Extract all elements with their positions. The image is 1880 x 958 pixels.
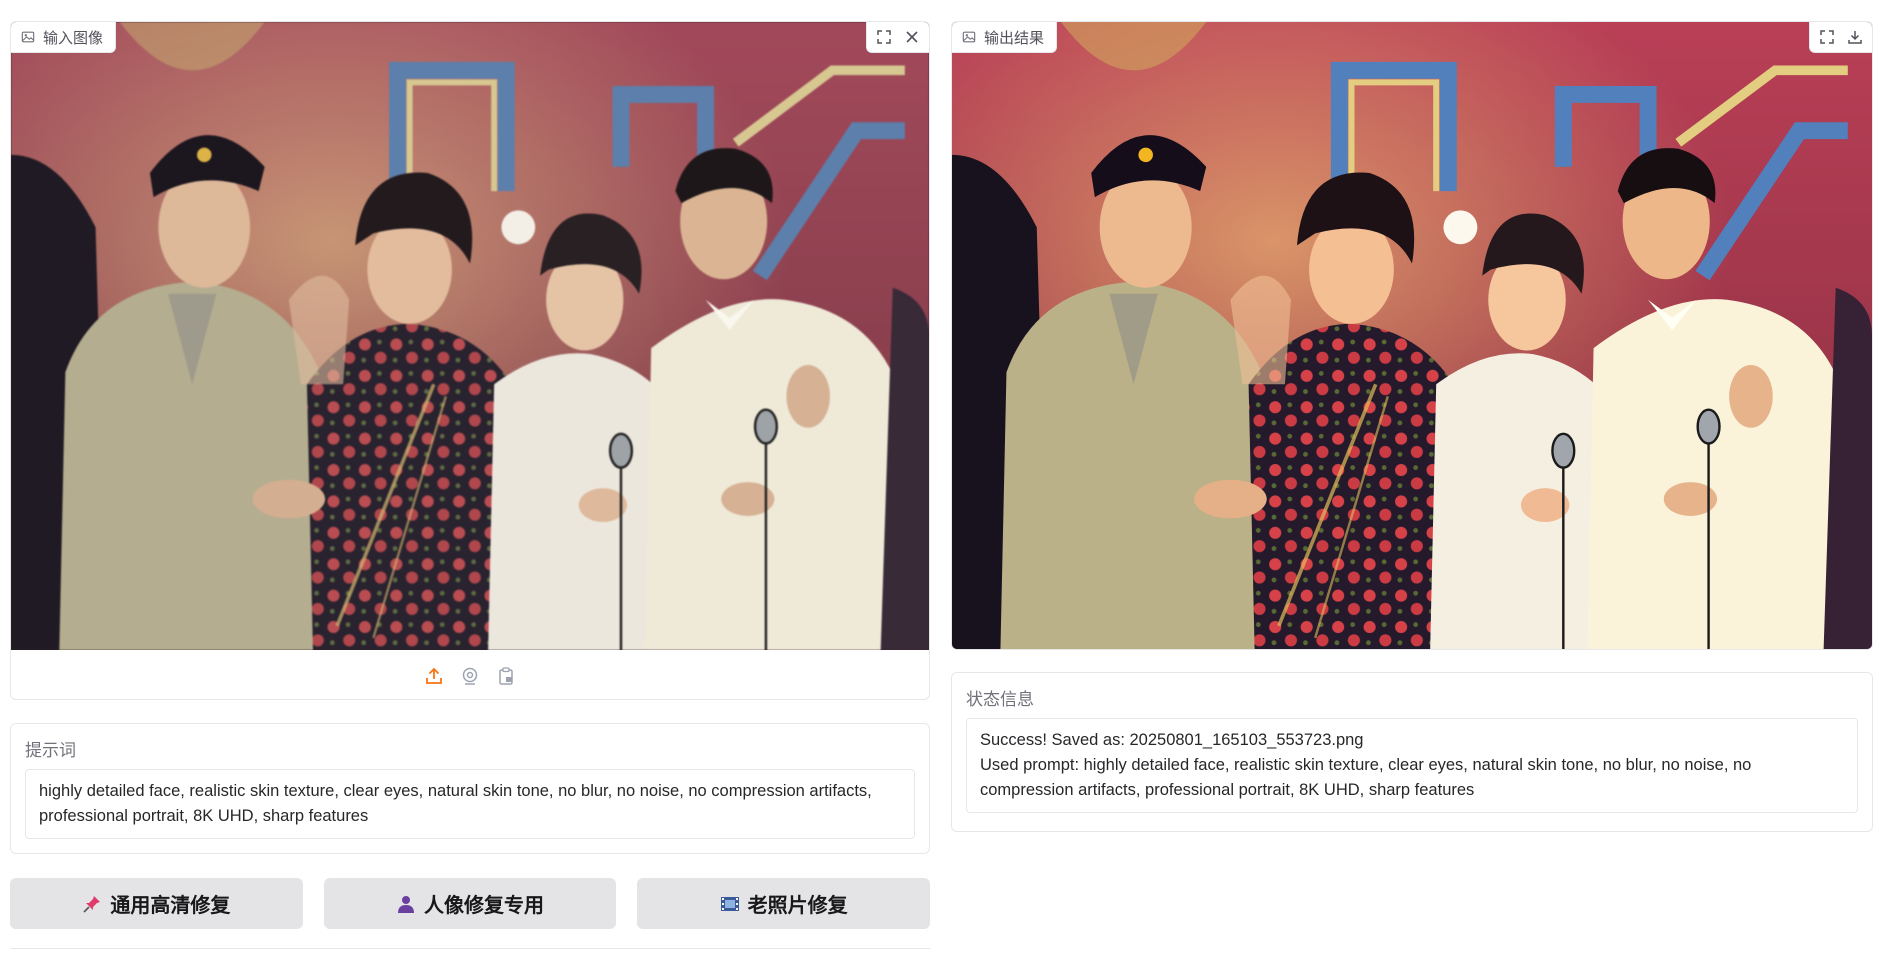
prompt-panel: 提示词 highly detailed face, realistic skin… [10, 723, 930, 854]
bottom-divider [10, 948, 930, 958]
output-photo [952, 22, 1872, 650]
webcam-icon [462, 667, 478, 685]
general-restore-label: 通用高清修复 [110, 895, 231, 917]
output-image-panel: 输出结果 [951, 21, 1873, 650]
input-image-area[interactable] [11, 22, 929, 650]
output-image-area [952, 22, 1872, 650]
webcam-source-button[interactable] [459, 665, 481, 687]
fullscreen-icon [877, 30, 891, 44]
old-photo-restore-label: 老照片修复 [747, 895, 848, 917]
download-icon [1848, 31, 1862, 44]
status-textbox[interactable]: Success! Saved as: 20250801_165103_55372… [966, 718, 1858, 813]
pushpin-icon [83, 895, 101, 913]
person-icon [398, 895, 414, 913]
fullscreen-button[interactable] [871, 24, 897, 50]
output-image-toolbar [1809, 22, 1872, 53]
input-image-toolbar [866, 22, 929, 53]
general-restore-button[interactable]: 通用高清修复 [10, 878, 303, 929]
portrait-restore-button[interactable]: 人像修复专用 [323, 878, 617, 929]
image-icon [962, 31, 976, 43]
close-icon [906, 31, 918, 43]
input-image-panel[interactable]: 输入图像 [10, 21, 930, 700]
output-image-label: 输出结果 [952, 22, 1058, 53]
input-image-label: 输入图像 [11, 22, 117, 53]
status-label: 状态信息 [966, 690, 1034, 709]
portrait-restore-label: 人像修复专用 [424, 895, 544, 917]
input-image-label-text: 输入图像 [43, 29, 104, 47]
status-panel: 状态信息 Success! Saved as: 20250801_165103_… [951, 672, 1873, 832]
fullscreen-icon [1820, 30, 1834, 44]
action-button-row: 通用高清修复 人像修复专用 老照片修复 [10, 878, 931, 929]
prompt-textbox[interactable]: highly detailed face, realistic skin tex… [25, 769, 915, 839]
clear-image-button[interactable] [899, 24, 925, 50]
clipboard-source-button[interactable] [495, 665, 517, 687]
fullscreen-button[interactable] [1814, 24, 1840, 50]
download-button[interactable] [1842, 24, 1868, 50]
upload-icon [426, 667, 442, 684]
input-photo [11, 22, 929, 650]
old-photo-restore-button[interactable]: 老照片修复 [637, 878, 931, 929]
image-icon [21, 31, 35, 43]
output-image-label-text: 输出结果 [984, 29, 1045, 47]
clipboard-icon [499, 666, 513, 685]
status-line-1: Success! Saved as: 20250801_165103_55372… [980, 731, 1364, 749]
film-icon [720, 896, 739, 911]
status-line-2: Used prompt: highly detailed face, reali… [980, 756, 1752, 799]
upload-source-button[interactable] [423, 665, 445, 687]
prompt-label: 提示词 [25, 741, 76, 760]
image-source-bar [11, 650, 929, 699]
